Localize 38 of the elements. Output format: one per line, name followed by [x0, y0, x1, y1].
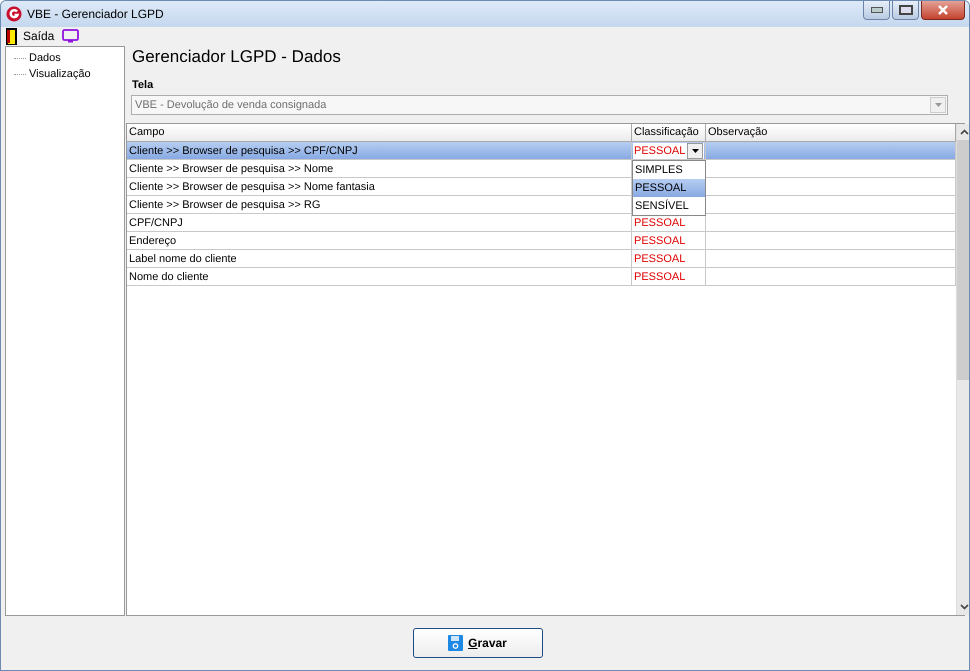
monitor-icon[interactable] — [62, 29, 80, 43]
table-cell: Cliente >> Browser de pesquisa >> CPF/CNPJ — [127, 142, 632, 159]
scroll-down-icon[interactable] — [960, 604, 968, 610]
exit-label: Saída — [23, 29, 54, 43]
tree-item[interactable]: Dados — [28, 52, 62, 64]
dropdown-option[interactable]: SIMPLES — [633, 161, 705, 179]
table-cell: PESSOAL — [634, 234, 686, 246]
app-logo-icon — [6, 6, 22, 22]
maximize-button[interactable] — [892, 1, 919, 20]
dropdown-option[interactable]: PESSOAL — [633, 179, 705, 197]
classification-dropdown[interactable]: PESSOAL — [633, 142, 704, 158]
table-cell: Label nome do cliente — [127, 250, 632, 267]
window-title: VBE - Gerenciador LGPD — [27, 7, 164, 21]
dropdown-option[interactable]: SENSÍVEL — [633, 197, 705, 215]
caret-icon — [930, 97, 946, 113]
save-button[interactable]: Gravar — [412, 628, 542, 658]
table-row[interactable]: Endereço PESSOAL — [127, 232, 956, 250]
scroll-up-icon[interactable] — [960, 129, 968, 135]
field-label: Tela — [131, 78, 154, 92]
column-header[interactable]: Campo — [127, 124, 632, 141]
close-icon — [937, 5, 949, 15]
exit-menu-item[interactable]: Saída — [6, 28, 54, 44]
minimize-button[interactable] — [863, 1, 890, 20]
table-cell: Nome do cliente — [127, 268, 632, 285]
table-row[interactable]: Cliente >> Browser de pesquisa >> CPF/CNPJ PESSOAL — [127, 142, 956, 160]
page-heading: Gerenciador LGPD - Dados — [131, 46, 342, 68]
door-icon — [6, 28, 17, 44]
caret-icon[interactable] — [687, 142, 703, 158]
tree-item[interactable]: Visualização — [28, 68, 92, 80]
table-cell: PESSOAL — [634, 252, 686, 264]
table-row[interactable]: Label nome do cliente PESSOAL — [127, 250, 956, 268]
table-cell: PESSOAL — [634, 216, 686, 228]
table-cell: PESSOAL — [634, 270, 686, 282]
column-header[interactable]: Classificação — [632, 124, 706, 141]
table-cell: Endereço — [127, 232, 632, 249]
close-button[interactable] — [921, 1, 965, 20]
table-row[interactable]: Nome do cliente PESSOAL — [127, 268, 956, 286]
vertical-scrollbar[interactable] — [956, 124, 969, 615]
